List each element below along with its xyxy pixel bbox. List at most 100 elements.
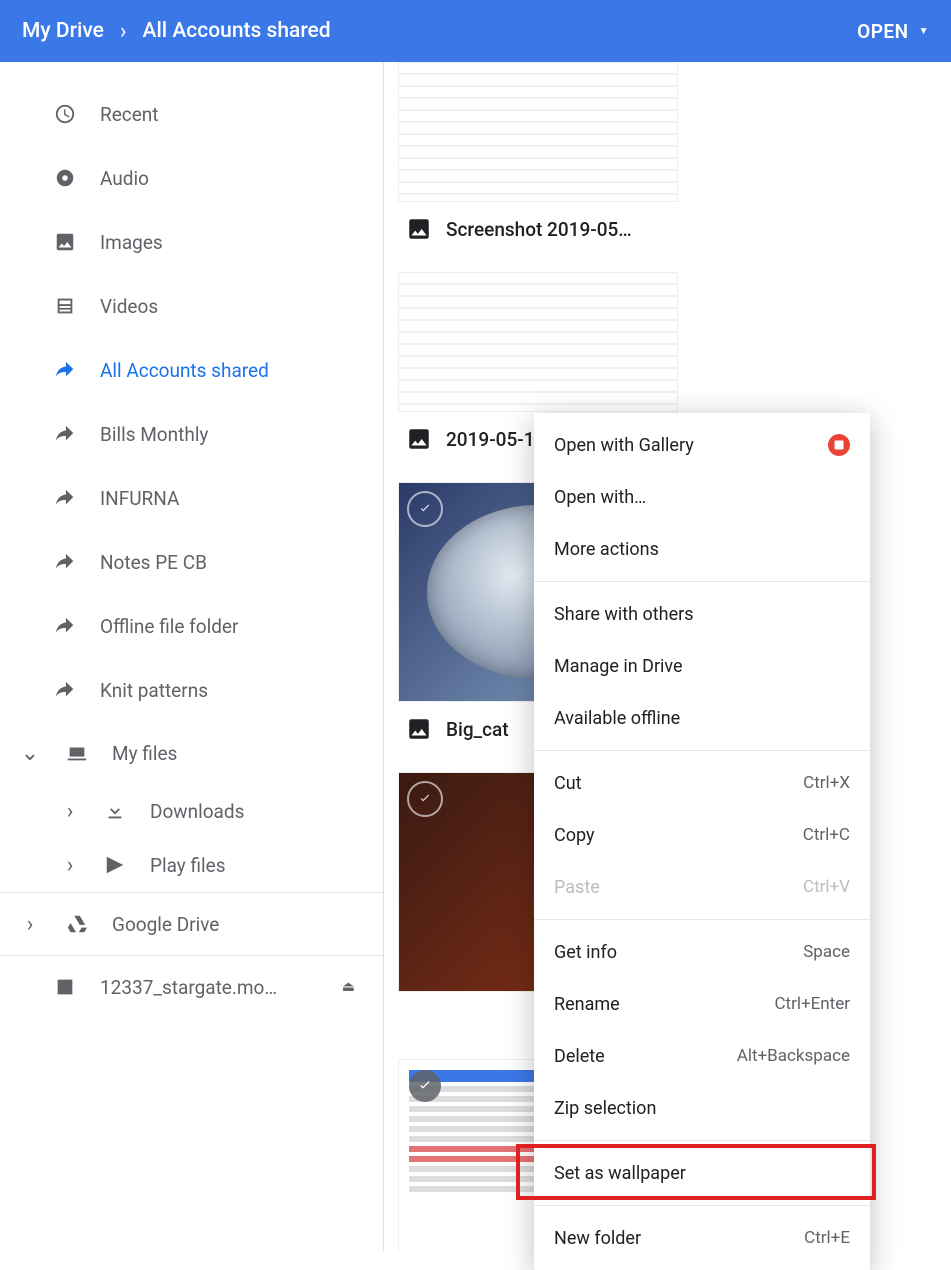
menu-separator xyxy=(534,1205,870,1206)
sidebar-item-playfiles[interactable]: › Play files xyxy=(0,838,383,892)
menu-label: Paste xyxy=(554,877,600,898)
menu-open-gallery[interactable]: Open with Gallery xyxy=(534,419,870,471)
menu-label: Zip selection xyxy=(554,1098,656,1119)
menu-separator xyxy=(534,919,870,920)
sidebar-label: Knit patterns xyxy=(100,679,208,702)
shortcut: Ctrl+Enter xyxy=(774,994,850,1014)
clock-icon xyxy=(54,103,76,125)
sidebar-item-myfiles[interactable]: ⌄ My files xyxy=(0,722,383,784)
menu-label: Open with… xyxy=(554,487,646,508)
share-icon xyxy=(54,615,76,637)
menu-cut[interactable]: CutCtrl+X xyxy=(534,757,870,809)
share-icon xyxy=(54,423,76,445)
open-dropdown[interactable]: OPEN ▼ xyxy=(857,20,929,43)
sidebar-item-infurna[interactable]: INFURNA xyxy=(0,466,383,530)
audio-icon xyxy=(54,167,76,189)
menu-available-offline[interactable]: Available offline xyxy=(534,692,870,744)
archive-icon xyxy=(54,976,76,998)
eject-icon[interactable]: ⏏ xyxy=(342,979,355,995)
sidebar-item-audio[interactable]: Audio xyxy=(0,146,383,210)
menu-label: Copy xyxy=(554,825,595,846)
menu-zip[interactable]: Zip selection xyxy=(534,1082,870,1134)
check-icon xyxy=(407,781,443,817)
chevron-right-icon: › xyxy=(120,19,127,44)
menu-separator xyxy=(534,1140,870,1141)
menu-copy[interactable]: Copy Ctrl+C xyxy=(534,809,870,861)
image-file-icon xyxy=(406,716,432,742)
sidebar-label: Audio xyxy=(100,167,149,190)
menu-get-info[interactable]: Get info Space xyxy=(534,926,870,978)
share-icon xyxy=(54,487,76,509)
check-icon xyxy=(407,491,443,527)
shortcut: Space xyxy=(803,942,850,962)
menu-new-folder[interactable]: New folder Ctrl+E xyxy=(534,1212,870,1264)
gallery-app-icon xyxy=(828,434,850,456)
laptop-icon xyxy=(66,742,88,764)
sidebar-item-knit[interactable]: Knit patterns xyxy=(0,658,383,722)
breadcrumb: My Drive › All Accounts shared xyxy=(22,19,331,44)
file-name: Screenshot 2019-05… xyxy=(446,218,632,241)
share-icon xyxy=(54,551,76,573)
breadcrumb-root[interactable]: My Drive xyxy=(22,19,104,43)
file-name: 12337_stargate.mo… xyxy=(100,976,277,999)
sidebar-label: Videos xyxy=(100,295,158,318)
sidebar-item-images[interactable]: Images xyxy=(0,210,383,274)
file-name: Big_cat xyxy=(446,718,509,741)
share-icon xyxy=(54,679,76,701)
play-icon xyxy=(104,854,126,876)
sidebar-item-videos[interactable]: Videos xyxy=(0,274,383,338)
menu-label: New folder xyxy=(554,1228,641,1249)
sidebar-item-recent[interactable]: Recent xyxy=(0,82,383,146)
menu-separator xyxy=(534,581,870,582)
image-icon xyxy=(54,231,76,253)
menu-set-wallpaper[interactable]: Set as wallpaper xyxy=(534,1147,870,1199)
menu-label: Open with Gallery xyxy=(554,435,694,456)
menu-label: Manage in Drive xyxy=(554,656,683,677)
download-icon xyxy=(104,800,126,822)
chevron-right-icon: › xyxy=(60,799,80,824)
video-icon xyxy=(54,295,76,317)
menu-label: Get info xyxy=(554,942,617,963)
sidebar-label: My files xyxy=(112,742,177,765)
shortcut: Ctrl+E xyxy=(804,1228,850,1248)
sidebar-label: Play files xyxy=(150,854,226,877)
drive-icon xyxy=(66,913,88,935)
sidebar-item-stargate[interactable]: 12337_stargate.mo… ⏏ xyxy=(0,956,383,1018)
thumbnail xyxy=(398,272,678,412)
sidebar-item-offline[interactable]: Offline file folder xyxy=(0,594,383,658)
sidebar-item-gdrive[interactable]: › Google Drive xyxy=(0,893,383,955)
menu-more-actions[interactable]: More actions xyxy=(534,523,870,575)
thumbnail xyxy=(398,62,678,202)
sidebar-label: INFURNA xyxy=(100,487,179,510)
shortcut: Ctrl+V xyxy=(803,877,850,897)
chevron-down-icon: ▼ xyxy=(919,26,929,37)
context-menu: Open with Gallery Open with… More action… xyxy=(534,413,870,1270)
sidebar-item-bills[interactable]: Bills Monthly xyxy=(0,402,383,466)
menu-label: Available offline xyxy=(554,708,680,729)
breadcrumb-current[interactable]: All Accounts shared xyxy=(143,19,331,43)
chevron-right-icon: › xyxy=(18,912,42,937)
sidebar-label: Bills Monthly xyxy=(100,423,208,446)
menu-rename[interactable]: RenameCtrl+Enter xyxy=(534,978,870,1030)
chevron-down-icon: ⌄ xyxy=(18,741,42,766)
sidebar-item-all-accounts[interactable]: All Accounts shared xyxy=(0,338,383,402)
shortcut: Ctrl+C xyxy=(803,825,850,845)
app-header: My Drive › All Accounts shared OPEN ▼ xyxy=(0,0,951,62)
menu-share[interactable]: Share with others xyxy=(534,588,870,640)
sidebar-label: All Accounts shared xyxy=(100,359,269,382)
sidebar: Recent Audio Images Videos All Accounts … xyxy=(0,62,384,1251)
check-icon xyxy=(409,1070,441,1102)
sidebar-item-notes[interactable]: Notes PE CB xyxy=(0,530,383,594)
menu-label: Delete xyxy=(554,1046,605,1067)
chevron-right-icon: › xyxy=(60,853,80,878)
sidebar-label: Google Drive xyxy=(112,913,219,936)
menu-separator xyxy=(534,750,870,751)
share-icon xyxy=(54,359,76,381)
menu-manage-drive[interactable]: Manage in Drive xyxy=(534,640,870,692)
menu-delete[interactable]: DeleteAlt+Backspace xyxy=(534,1030,870,1082)
menu-open-with[interactable]: Open with… xyxy=(534,471,870,523)
menu-label: Set as wallpaper xyxy=(554,1163,686,1184)
file-tile[interactable]: Screenshot 2019-05… xyxy=(398,62,678,260)
sidebar-item-downloads[interactable]: › Downloads xyxy=(0,784,383,838)
sidebar-label: Notes PE CB xyxy=(100,551,207,574)
